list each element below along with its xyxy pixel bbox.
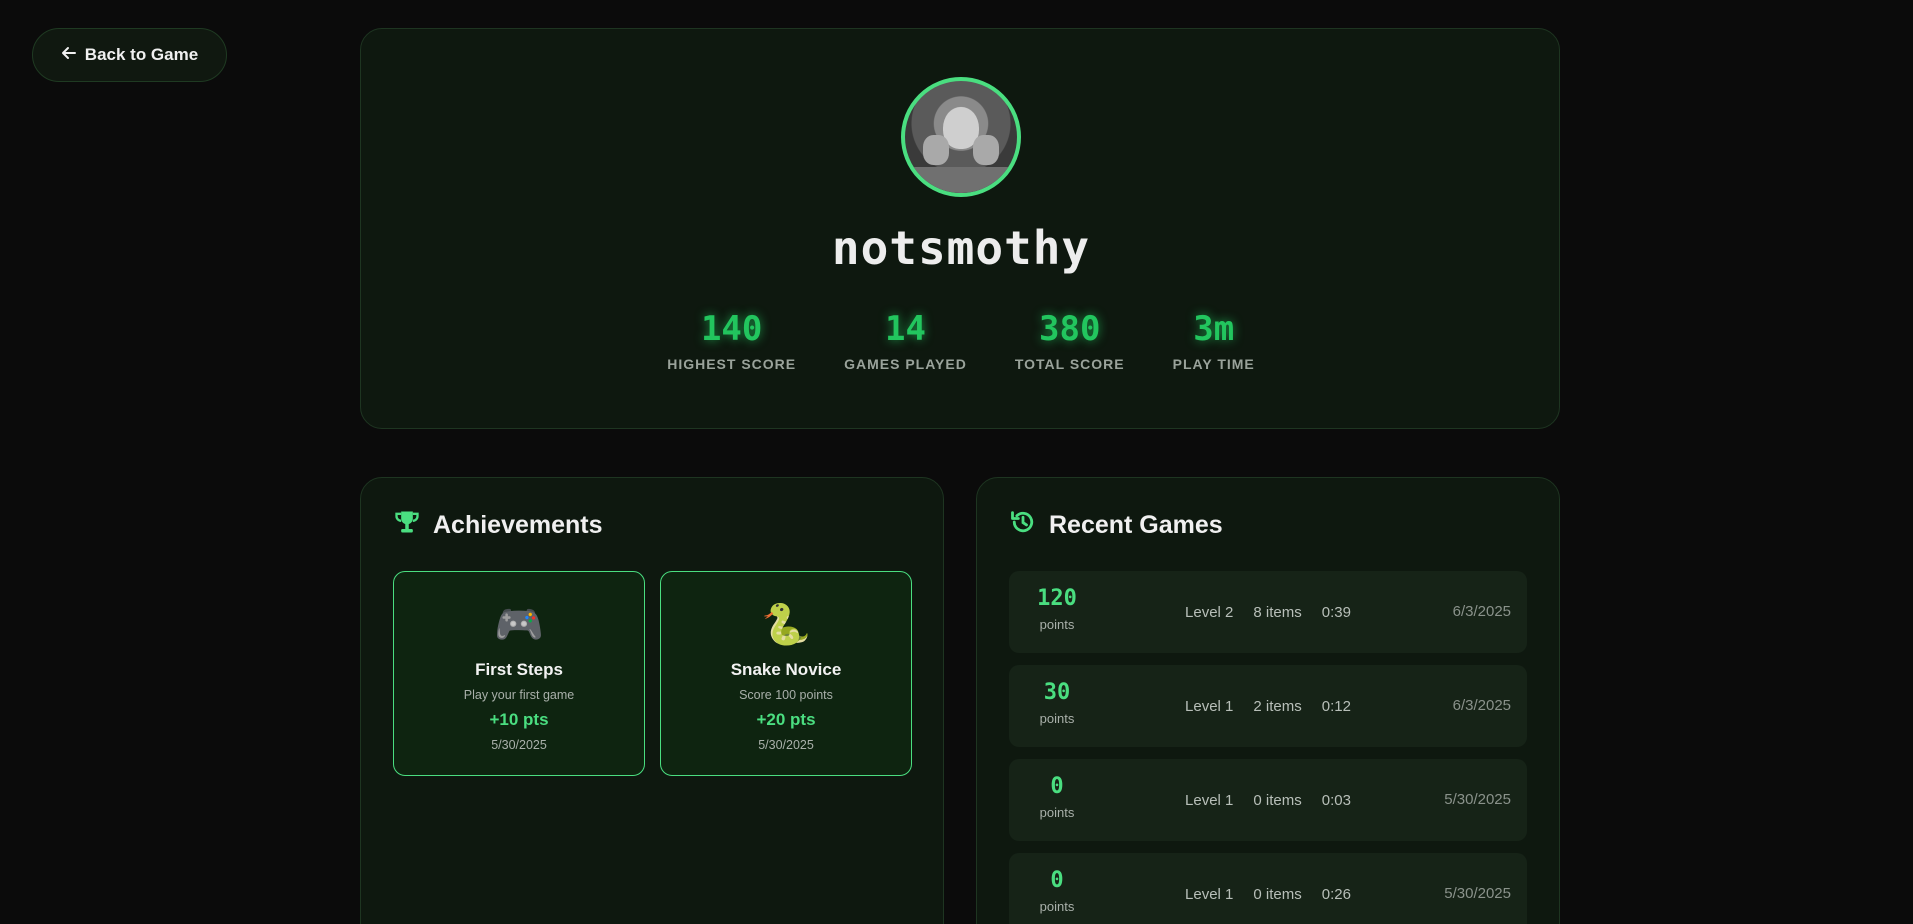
game-level: Level 2: [1185, 603, 1234, 621]
avatar: [901, 77, 1021, 197]
game-date: 6/3/2025: [1452, 603, 1511, 620]
game-score: 0 points: [1025, 774, 1089, 821]
game-score: 30 points: [1025, 680, 1089, 727]
stats-row: 140 HIGHEST SCORE 14 GAMES PLAYED 380 TO…: [361, 309, 1561, 372]
game-score-value: 0: [1050, 868, 1064, 893]
game-time: 0:39: [1321, 603, 1351, 621]
arrow-left-icon: [61, 45, 77, 66]
achievements-header: Achievements: [393, 508, 603, 543]
game-date: 5/30/2025: [1444, 791, 1511, 808]
trophy-icon: [393, 508, 421, 543]
game-score-label: points: [1039, 899, 1075, 915]
history-icon: [1009, 508, 1037, 543]
stat-label: HIGHEST SCORE: [667, 355, 797, 372]
game-items: 2 items: [1253, 697, 1302, 715]
back-to-game-label: Back to Game: [84, 45, 199, 64]
game-row[interactable]: 0 points Level 1 0 items 0:26 5/30/2025: [1009, 853, 1527, 924]
stat-label: GAMES PLAYED: [844, 355, 967, 372]
game-date: 6/3/2025: [1452, 697, 1511, 714]
game-time: 0:03: [1321, 791, 1351, 809]
game-level: Level 1: [1185, 697, 1234, 715]
achievement-card[interactable]: 🎮 First Steps Play your first game +10 p…: [393, 571, 645, 776]
achievement-description: Play your first game: [463, 688, 575, 702]
game-time: 0:26: [1321, 885, 1351, 903]
stat-value: 14: [885, 309, 926, 349]
recent-games-header: Recent Games: [1009, 508, 1223, 543]
stat-highest-score: 140 HIGHEST SCORE: [667, 309, 796, 372]
game-score: 120 points: [1025, 586, 1089, 633]
recent-games-title: Recent Games: [1049, 511, 1223, 539]
game-meta: Level 1 2 items 0:12: [1139, 665, 1397, 747]
stat-value: 3m: [1193, 309, 1235, 349]
recent-games-panel: Recent Games 120 points Level 2 8 items …: [976, 477, 1560, 924]
stat-play-time: 3m PLAY TIME: [1173, 309, 1255, 372]
stat-label: TOTAL SCORE: [1014, 355, 1125, 372]
achievement-card[interactable]: 🐍 Snake Novice Score 100 points +20 pts …: [660, 571, 912, 776]
stat-value: 380: [1039, 309, 1101, 349]
game-score-value: 30: [1043, 680, 1071, 705]
game-meta: Level 1 0 items 0:03: [1139, 759, 1397, 841]
game-level: Level 1: [1185, 791, 1234, 809]
achievements-title: Achievements: [433, 511, 603, 539]
game-score-value: 120: [1037, 586, 1077, 611]
username: notsmothy: [831, 221, 1091, 275]
achievement-description: Score 100 points: [739, 688, 833, 702]
game-score-label: points: [1039, 617, 1075, 633]
game-row[interactable]: 0 points Level 1 0 items 0:03 5/30/2025: [1009, 759, 1527, 841]
game-meta: Level 2 8 items 0:39: [1139, 571, 1397, 653]
game-items: 8 items: [1253, 603, 1302, 621]
achievement-points: +20 pts: [756, 710, 816, 729]
game-meta: Level 1 0 items 0:26: [1139, 853, 1397, 924]
stat-total-score: 380 TOTAL SCORE: [1015, 309, 1125, 372]
achievements-panel: Achievements 🎮 First Steps Play your fir…: [360, 477, 944, 924]
game-items: 0 items: [1253, 791, 1302, 809]
achievement-name: First Steps: [475, 660, 563, 679]
back-to-game-button[interactable]: Back to Game: [32, 28, 227, 82]
achievement-points: +10 pts: [489, 710, 549, 729]
game-score: 0 points: [1025, 868, 1089, 915]
game-row[interactable]: 30 points Level 1 2 items 0:12 6/3/2025: [1009, 665, 1527, 747]
stat-label: PLAY TIME: [1172, 355, 1255, 372]
gamepad-icon: 🎮: [494, 603, 544, 647]
stat-games-played: 14 GAMES PLAYED: [844, 309, 967, 372]
game-score-value: 0: [1050, 774, 1064, 799]
snake-icon: 🐍: [761, 603, 811, 647]
achievement-name: Snake Novice: [730, 660, 842, 679]
game-time: 0:12: [1321, 697, 1351, 715]
stat-value: 140: [700, 309, 763, 349]
game-date: 5/30/2025: [1444, 885, 1511, 902]
game-items: 0 items: [1253, 885, 1302, 903]
achievement-date: 5/30/2025: [491, 738, 547, 752]
game-score-label: points: [1039, 805, 1075, 821]
game-level: Level 1: [1185, 885, 1234, 903]
achievement-date: 5/30/2025: [758, 738, 814, 752]
profile-card: notsmothy 140 HIGHEST SCORE 14 GAMES PLA…: [360, 28, 1560, 429]
game-row[interactable]: 120 points Level 2 8 items 0:39 6/3/2025: [1009, 571, 1527, 653]
game-score-label: points: [1039, 711, 1075, 727]
